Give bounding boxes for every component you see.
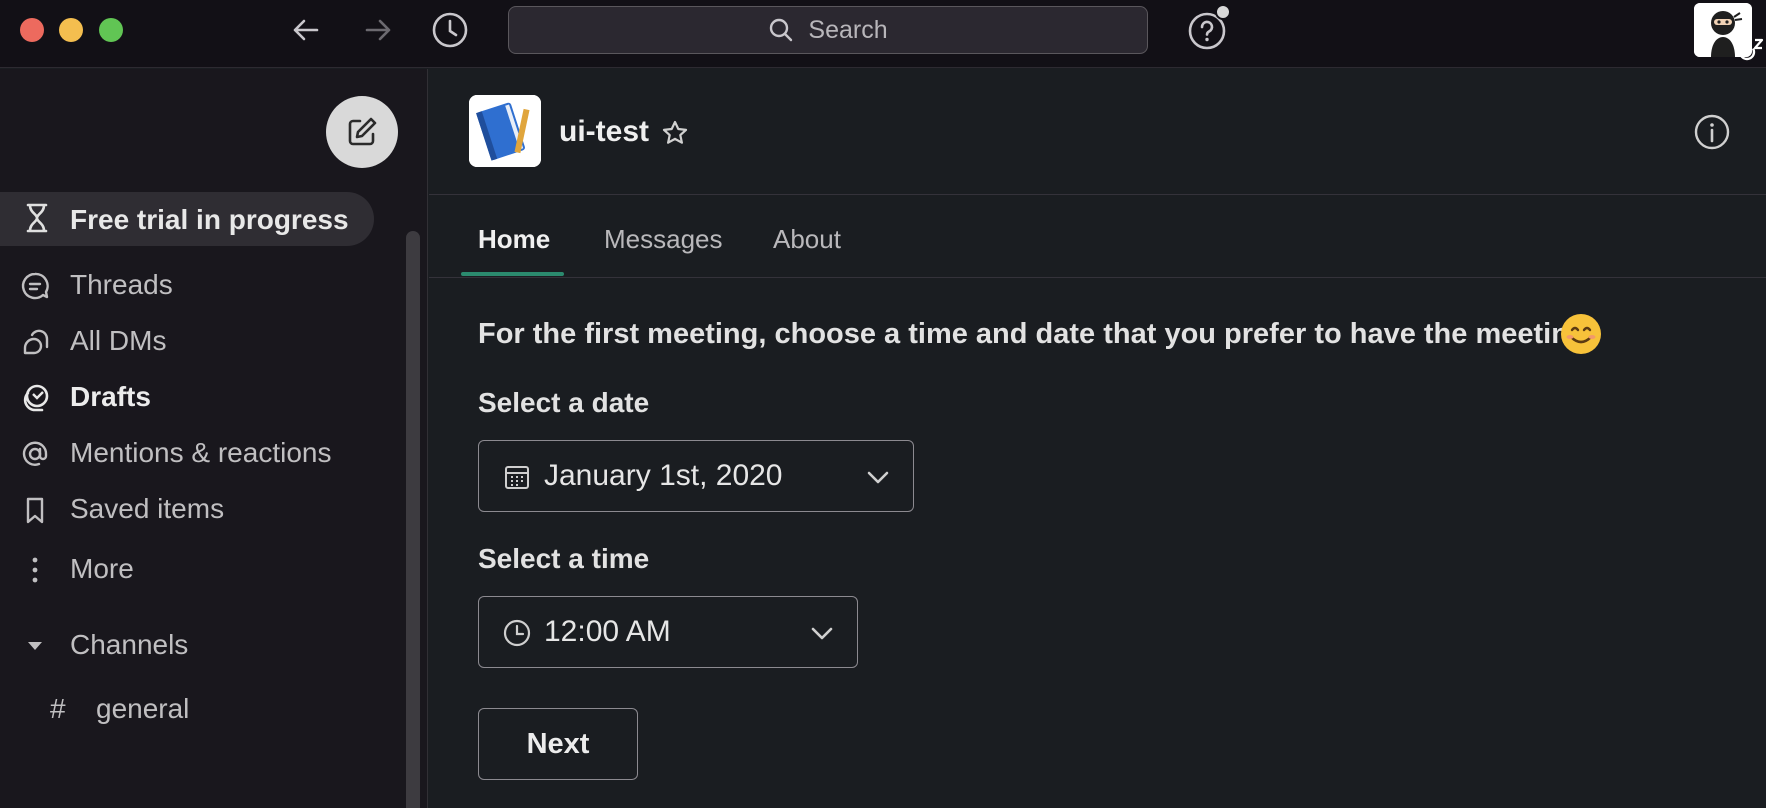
time-value: 12:00 AM <box>544 615 671 648</box>
more-vertical-icon <box>32 557 38 583</box>
app-name: ui-test <box>559 115 649 148</box>
time-label: Select a time <box>478 543 650 574</box>
back-button[interactable] <box>286 10 326 50</box>
calendar-icon <box>505 466 529 489</box>
clock-icon <box>432 12 468 48</box>
threads-icon <box>21 272 49 300</box>
meeting-prompt: For the first meeting, choose a time and… <box>478 318 1587 350</box>
free-trial-banner[interactable]: Free trial in progress <box>0 192 374 246</box>
sidebar-item-drafts[interactable]: Drafts <box>0 373 400 421</box>
sidebar-item-label: Threads <box>70 269 173 300</box>
tab-about[interactable]: About <box>773 224 841 255</box>
compose-icon <box>348 117 377 146</box>
caret-down-icon <box>28 642 42 650</box>
sidebar: Free trial in progress Threads All DMs D… <box>0 69 428 808</box>
tab-home[interactable]: Home <box>478 224 550 255</box>
sidebar-item-mentions[interactable]: Mentions & reactions <box>0 429 400 477</box>
clock-icon <box>503 619 531 647</box>
sidebar-item-label: Drafts <box>70 381 151 412</box>
drafts-icon <box>23 384 49 412</box>
at-icon <box>22 441 48 466</box>
date-value: January 1st, 2020 <box>544 459 783 492</box>
channel-item-general[interactable]: # general <box>0 685 400 733</box>
arrow-left-icon <box>293 19 319 41</box>
history-button[interactable] <box>430 10 470 50</box>
compose-button[interactable] <box>326 96 398 168</box>
notebook-icon <box>469 95 541 167</box>
chevron-down-icon <box>811 627 833 640</box>
snooze-icon <box>1738 38 1764 61</box>
app-header: ui-test <box>429 69 1766 195</box>
app-logo <box>469 95 541 167</box>
minimize-window-button[interactable] <box>59 18 83 42</box>
sidebar-item-label: More <box>70 553 134 584</box>
title-bar: Search <box>0 0 1766 68</box>
star-icon <box>662 120 688 144</box>
hourglass-icon <box>26 203 48 233</box>
forward-button[interactable] <box>358 10 398 50</box>
sidebar-item-threads[interactable]: Threads <box>0 261 400 309</box>
date-picker[interactable]: January 1st, 2020 <box>478 440 914 512</box>
maximize-window-button[interactable] <box>99 18 123 42</box>
time-picker[interactable]: 12:00 AM <box>478 596 858 668</box>
tab-messages[interactable]: Messages <box>604 224 723 255</box>
sidebar-item-label: Saved items <box>70 493 225 524</box>
search-icon <box>770 18 793 42</box>
channel-hash-icon: # <box>50 693 66 724</box>
next-button[interactable]: Next <box>478 708 638 780</box>
search-placeholder: Search <box>808 15 888 44</box>
info-icon <box>1694 114 1730 150</box>
smiling-face-icon <box>1560 313 1602 355</box>
sidebar-item-saved[interactable]: Saved items <box>0 485 400 533</box>
search-input[interactable]: Search <box>508 6 1148 54</box>
active-tab-indicator <box>461 272 564 276</box>
dms-icon <box>23 329 49 355</box>
sidebar-item-all-dms[interactable]: All DMs <box>0 317 400 365</box>
app-tabs: Home Messages About <box>429 196 1766 278</box>
bookmark-icon <box>26 497 44 524</box>
sidebar-scrollbar[interactable] <box>406 231 420 808</box>
favorite-button[interactable] <box>661 119 689 147</box>
sidebar-item-label: All DMs <box>70 325 167 356</box>
channel-name: general <box>96 693 190 724</box>
channels-label: Channels <box>70 629 189 660</box>
channels-section-header[interactable]: Channels <box>0 621 400 669</box>
sidebar-item-label: Mentions & reactions <box>70 437 332 468</box>
info-button[interactable] <box>1693 113 1731 151</box>
close-window-button[interactable] <box>20 18 44 42</box>
sidebar-item-more[interactable]: More <box>0 545 400 593</box>
arrow-right-icon <box>365 19 391 41</box>
snooze-badge <box>1736 36 1766 64</box>
date-label: Select a date <box>478 387 650 418</box>
notification-dot <box>1215 4 1231 20</box>
free-trial-label: Free trial in progress <box>70 204 349 235</box>
chevron-down-icon <box>867 471 889 484</box>
